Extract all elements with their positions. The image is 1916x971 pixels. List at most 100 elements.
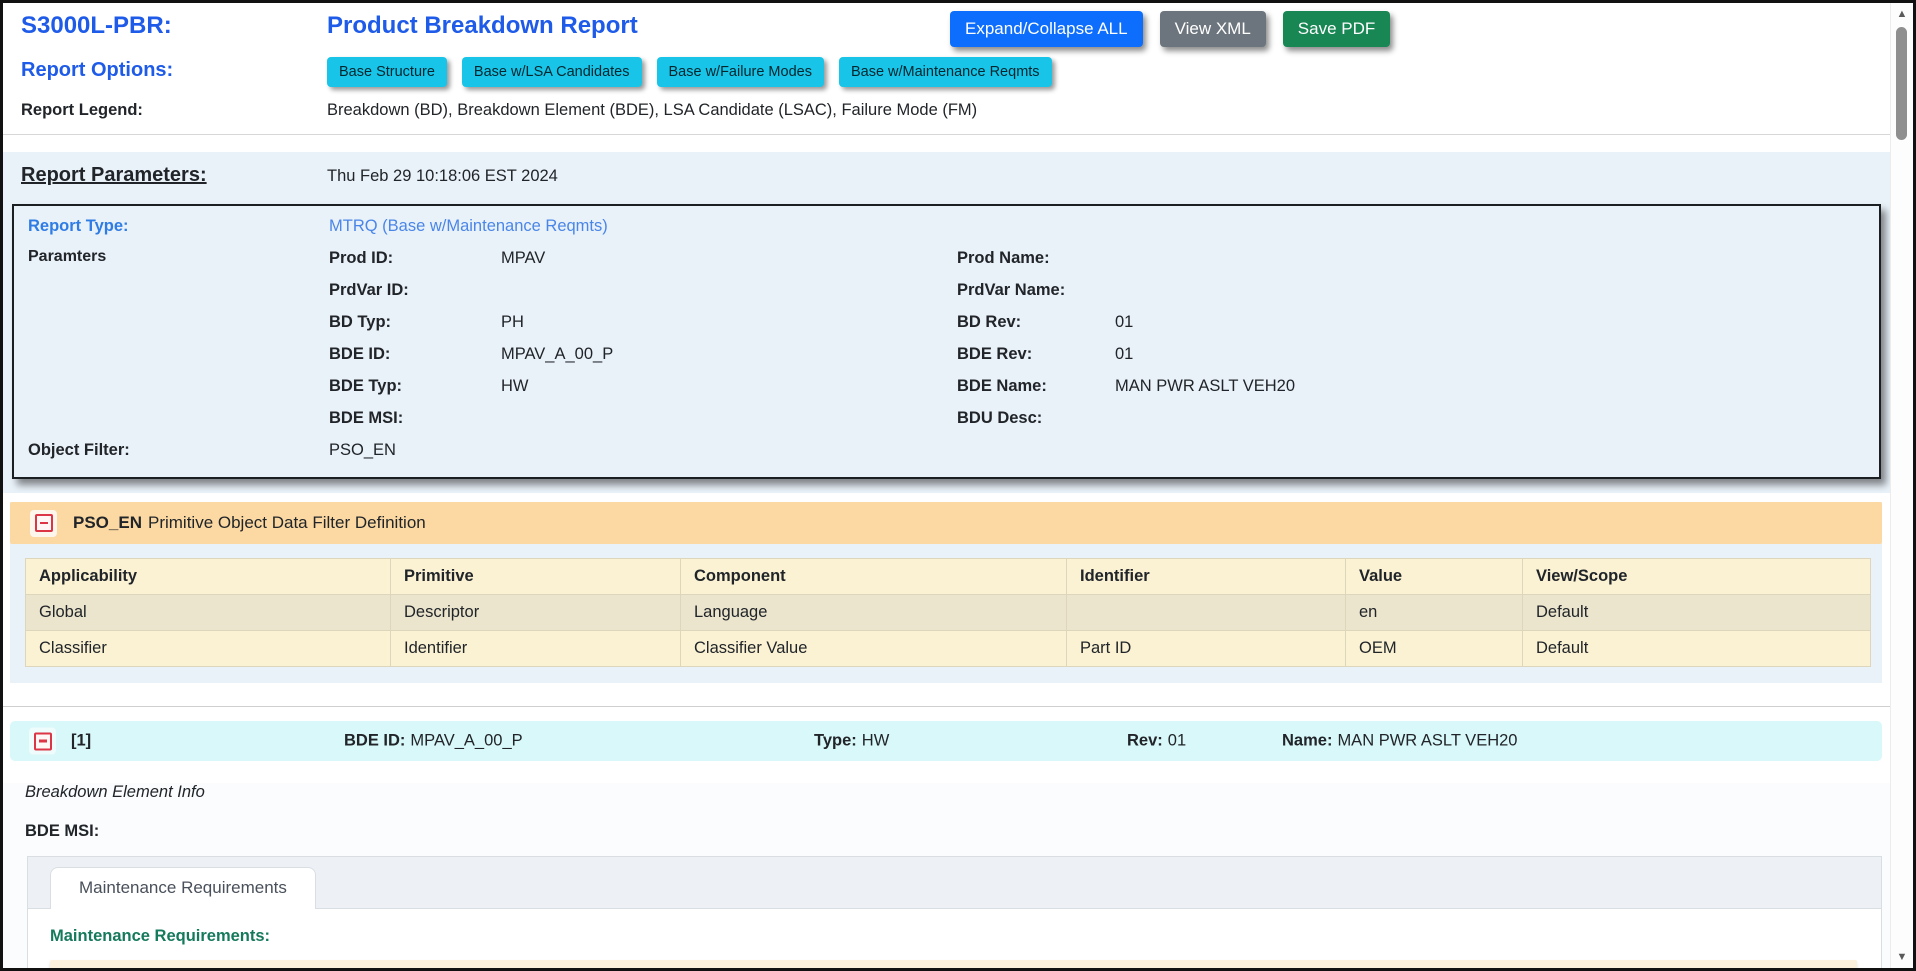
bde-index: [1] [71, 732, 91, 751]
pso-filter-title: PSO_EN Primitive Object Data Filter Defin… [73, 513, 426, 533]
top-action-buttons: Expand/Collapse ALL View XML Save PDF [950, 11, 1390, 47]
report-type-value: MTRQ (Base w/Maintenance Reqmts) [329, 216, 608, 237]
param-value: 01 [1115, 312, 1879, 333]
scroll-down-arrow-icon[interactable]: ▼ [1891, 948, 1913, 966]
column-header: Primitive [391, 559, 681, 595]
report-parameters-heading-row: Report Parameters: Thu Feb 29 10:18:06 E… [3, 162, 1890, 188]
param-label: PrdVar Name: [957, 280, 1115, 301]
bde-rev-label: Rev: [1127, 732, 1163, 750]
param-label: BDE ID: [329, 344, 501, 365]
report-legend-label: Report Legend: [3, 99, 327, 121]
pso-filter-header: PSO_EN Primitive Object Data Filter Defin… [10, 502, 1882, 544]
bde-id-value: MPAV_A_00_P [410, 732, 522, 750]
table-cell: Classifier Value [681, 631, 1067, 667]
param-label: Prod ID: [329, 248, 501, 269]
table-cell: OEM [1346, 631, 1523, 667]
scrollbar-thumb[interactable] [1896, 27, 1907, 140]
table-cell: Identifier [391, 631, 681, 667]
bde-name-field: Name:MAN PWR ASLT VEH20 [1282, 732, 1517, 751]
param-value: 01 [1115, 344, 1879, 365]
filter-table-wrap: Applicability Primitive Component Identi… [10, 544, 1882, 683]
tab-maintenance-requirements[interactable]: Maintenance Requirements [50, 867, 316, 909]
param-label: Prod Name: [957, 248, 1115, 269]
table-row: Classifier Identifier Classifier Value P… [26, 631, 1871, 667]
object-filter-value: PSO_EN [329, 440, 396, 461]
report-header: S3000L-PBR: Product Breakdown Report Exp… [3, 3, 1890, 121]
report-legend-row: Report Legend: Breakdown (BD), Breakdown… [3, 99, 1890, 121]
table-cell: Part ID [1067, 631, 1346, 667]
title-row: S3000L-PBR: Product Breakdown Report Exp… [3, 11, 1890, 47]
report-parameters-section: Report Parameters: Thu Feb 29 10:18:06 E… [3, 152, 1890, 493]
part-realizations-header: Part Realizations [50, 960, 1857, 968]
collapse-minus-icon[interactable] [68, 968, 95, 969]
param-label: BDE Rev: [957, 344, 1115, 365]
bde-tab-panel: Maintenance Requirements Maintenance Req… [27, 856, 1882, 968]
app-title: S3000L-PBR: [3, 11, 327, 41]
table-cell: Descriptor [391, 595, 681, 631]
scroll-up-arrow-icon[interactable]: ▲ [1891, 5, 1913, 23]
pso-filter-title-text: Primitive Object Data Filter Definition [148, 513, 426, 532]
column-header: Value [1346, 559, 1523, 595]
bde-body: Breakdown Element Info BDE MSI: Maintena… [3, 783, 1890, 968]
report-type-row: Report Type: MTRQ (Base w/Maintenance Re… [14, 216, 1879, 237]
param-label: BDE Typ: [329, 376, 501, 397]
param-value: HW [501, 376, 957, 397]
column-header: View/Scope [1523, 559, 1871, 595]
bde-id-field: BDE ID:MPAV_A_00_P [344, 732, 523, 751]
vertical-scrollbar[interactable]: ▲ ▼ [1890, 3, 1913, 968]
table-cell: Classifier [26, 631, 391, 667]
header-divider [3, 134, 1890, 135]
table-row: Global Descriptor Language en Default [26, 595, 1871, 631]
param-label: BDU Desc: [957, 408, 1115, 429]
maintenance-requirements-heading: Maintenance Requirements: [50, 927, 1857, 946]
table-cell: Default [1523, 631, 1871, 667]
parameters-grid: Prod ID: MPAV Prod Name: PrdVar ID: PrdV… [329, 248, 1879, 429]
collapse-minus-icon[interactable] [30, 510, 57, 537]
parameters-grid-row: Paramters Prod ID: MPAV Prod Name: PrdVa… [14, 248, 1879, 429]
view-xml-button[interactable]: View XML [1160, 11, 1266, 47]
maintenance-requirements-panel: Maintenance Requirements: Part Realizati… [28, 909, 1881, 968]
minus-glyph [35, 514, 53, 532]
param-label: BDE MSI: [329, 408, 501, 429]
param-value [501, 408, 957, 429]
param-value: PH [501, 312, 957, 333]
option-base-failure-modes-button[interactable]: Base w/Failure Modes [657, 57, 824, 87]
filter-table: Applicability Primitive Component Identi… [25, 558, 1871, 667]
collapse-minus-icon[interactable] [29, 728, 56, 755]
report-option-buttons: Base Structure Base w/LSA Candidates Bas… [327, 57, 1052, 87]
report-parameters-heading: Report Parameters: [3, 162, 327, 188]
bde-type-field: Type:HW [814, 732, 889, 751]
table-cell: en [1346, 595, 1523, 631]
expand-collapse-all-button[interactable]: Expand/Collapse ALL [950, 11, 1143, 47]
column-header: Component [681, 559, 1067, 595]
param-value: MAN PWR ASLT VEH20 [1115, 376, 1879, 397]
section-divider [3, 706, 1890, 707]
pso-filter-section: PSO_EN Primitive Object Data Filter Defin… [10, 502, 1882, 683]
app-window: S3000L-PBR: Product Breakdown Report Exp… [0, 0, 1916, 971]
bde-rev-value: 01 [1168, 732, 1186, 750]
param-value: MPAV [501, 248, 957, 269]
param-value: MPAV_A_00_P [501, 344, 957, 365]
report-options-label: Report Options: [3, 57, 327, 83]
bde-name-label: Name: [1282, 732, 1332, 750]
bde-rev-field: Rev: 01 [1127, 732, 1186, 751]
option-base-lsa-candidates-button[interactable]: Base w/LSA Candidates [462, 57, 642, 87]
minus-glyph [34, 732, 52, 750]
param-label: PrdVar ID: [329, 280, 501, 301]
option-base-structure-button[interactable]: Base Structure [327, 57, 447, 87]
param-label: BD Typ: [329, 312, 501, 333]
object-filter-label: Object Filter: [14, 440, 329, 461]
pso-filter-code: PSO_EN [73, 513, 142, 532]
option-base-maintenance-reqmts-button[interactable]: Base w/Maintenance Reqmts [839, 57, 1052, 87]
table-cell: Global [26, 595, 391, 631]
table-cell: Default [1523, 595, 1871, 631]
bde-msi-label: BDE MSI: [22, 822, 1890, 841]
table-cell: Language [681, 595, 1067, 631]
report-timestamp: Thu Feb 29 10:18:06 EST 2024 [327, 162, 558, 188]
report-parameters-box: Report Type: MTRQ (Base w/Maintenance Re… [12, 204, 1881, 479]
filter-table-header-row: Applicability Primitive Component Identi… [26, 559, 1871, 595]
report-options-row: Report Options: Base Structure Base w/LS… [3, 57, 1890, 87]
save-pdf-button[interactable]: Save PDF [1283, 11, 1390, 47]
column-header: Identifier [1067, 559, 1346, 595]
param-label: BDE Name: [957, 376, 1115, 397]
